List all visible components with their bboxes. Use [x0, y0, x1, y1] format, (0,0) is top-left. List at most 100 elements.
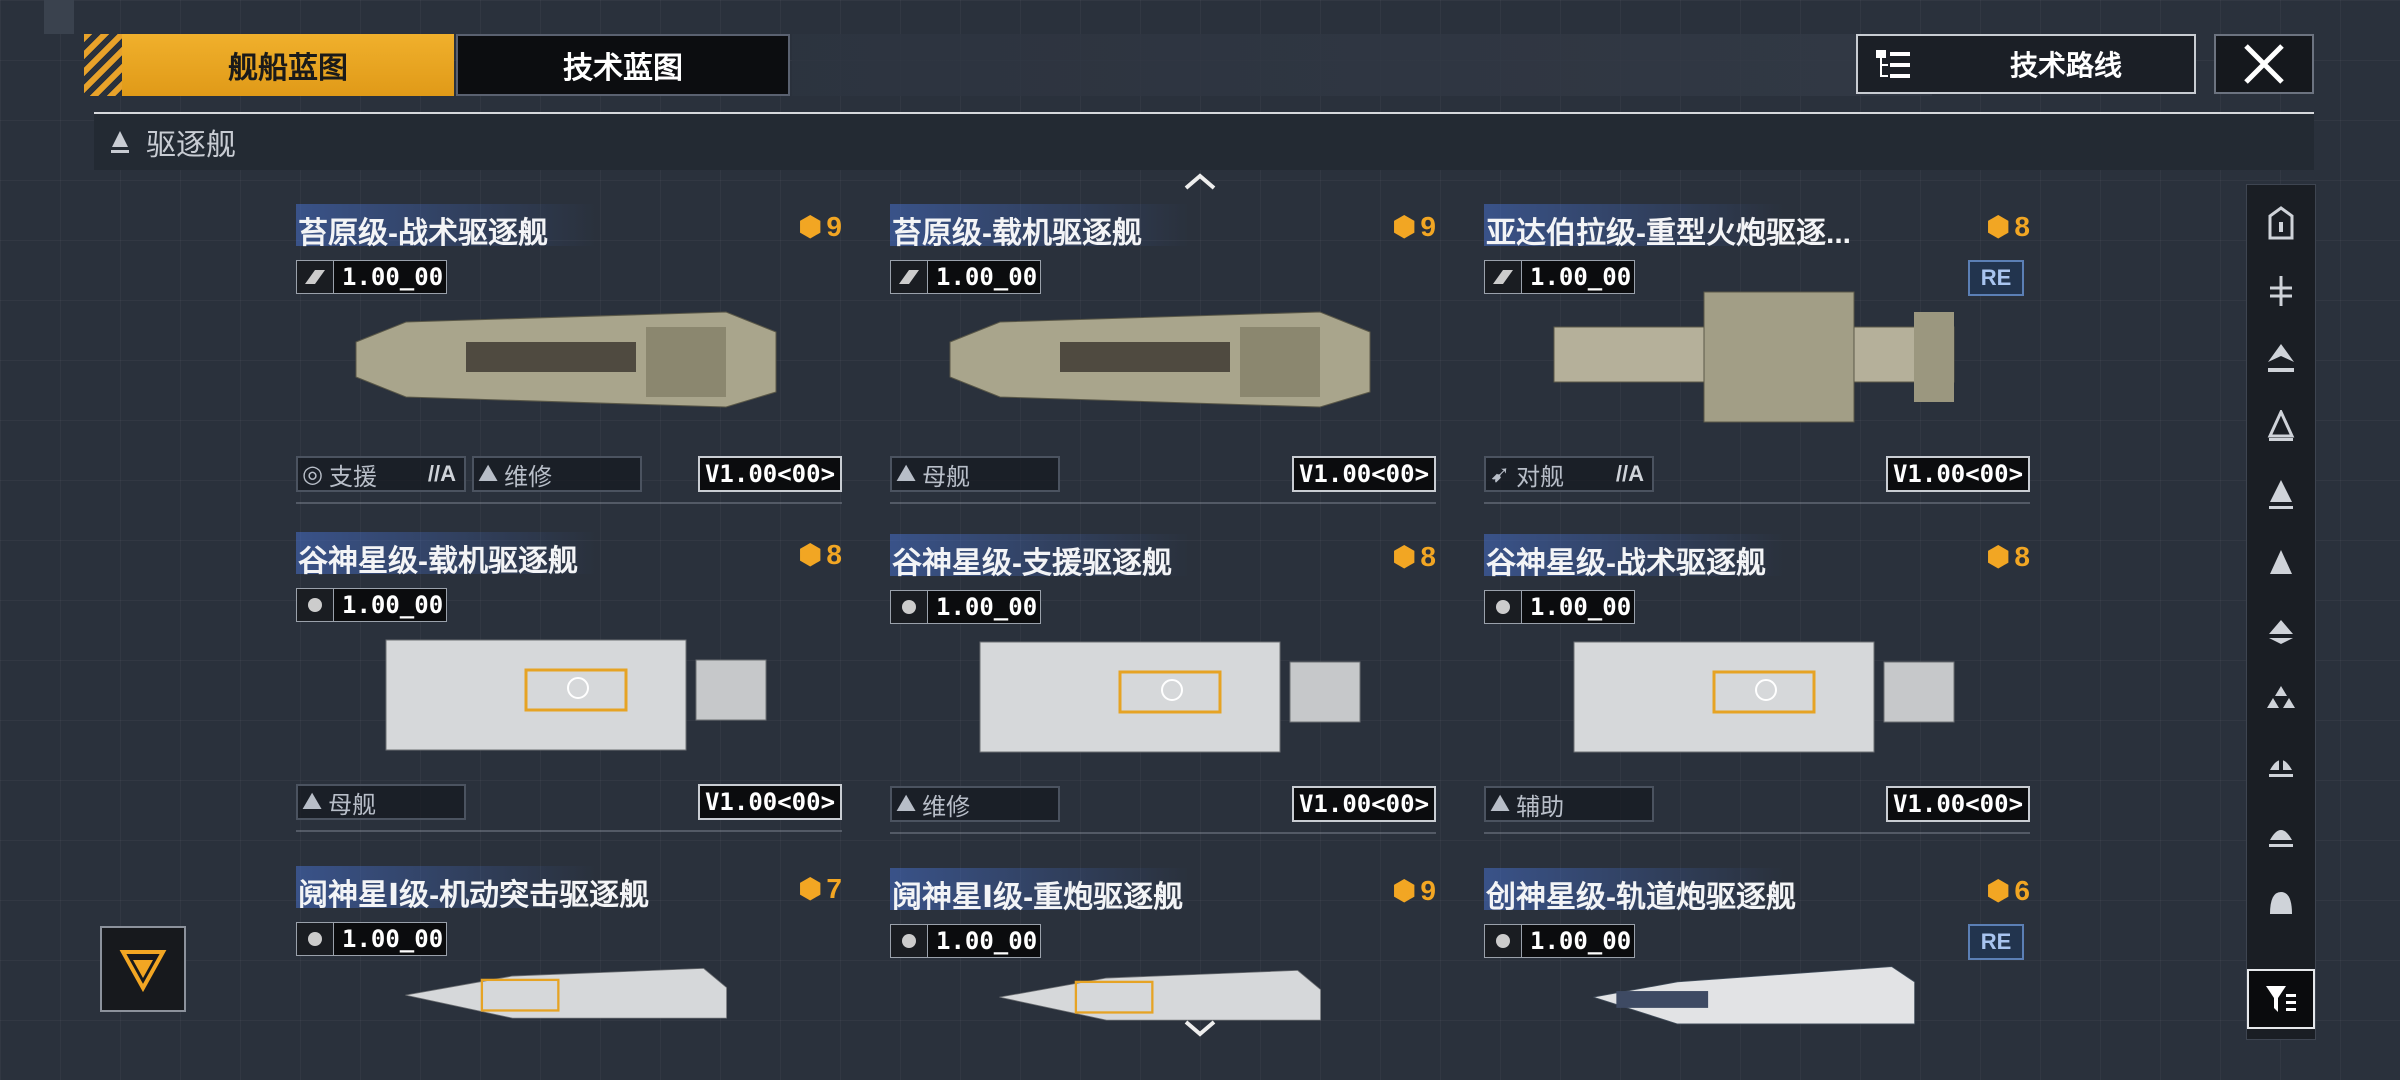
tier-badge: ⬢ 8 [1986, 540, 2030, 573]
role-tags: ⛰ 维修 [890, 786, 1060, 822]
re-badge: RE [1968, 924, 2024, 960]
role-tag: ⛰ 辅助 [1484, 786, 1654, 822]
card-baseline [890, 832, 1436, 834]
tier-badge: ⬢ 8 [1392, 540, 1436, 573]
manufacturer-icon [1484, 924, 1522, 958]
ship-card[interactable]: 苔原级-战术驱逐舰 ⬢ 9 1.00_00 ◎ 支援//A ⛰ 维修 V1.00<00… [296, 204, 842, 504]
auxiliary-icon: ⛰ [1490, 790, 1511, 817]
tree-list-icon [1876, 50, 1910, 78]
ship-card[interactable]: 阋神星Ⅰ级-机动突击驱逐舰 ⬢ 7 1.00_00 [296, 866, 842, 1080]
scroll-down-icon[interactable] [1182, 1018, 1218, 1044]
ship-image [405, 968, 727, 1019]
role-tags: ⛰ 辅助 [1484, 786, 1654, 822]
ship-name: 苔原级-载机驱逐舰 [892, 217, 1142, 250]
ship-image [1593, 966, 1915, 1025]
manufacturer-icon [296, 922, 334, 956]
tier-value: 8 [826, 538, 842, 570]
category-title: 驱逐舰 [146, 129, 236, 162]
ship-name: 创神星级-轨道炮驱逐舰 [1486, 881, 1796, 914]
carrier-icon: ⛰ [896, 460, 917, 487]
manufacturer-icon [890, 924, 928, 958]
ship-image [979, 641, 1361, 753]
close-button[interactable] [2214, 34, 2314, 94]
ship-image [1573, 641, 1955, 753]
tier-badge: ⬢ 9 [1392, 874, 1436, 907]
tier-icon: ⬢ [1985, 541, 2011, 572]
manufacturer-icon [1484, 260, 1522, 294]
filter-icon [2266, 986, 2296, 1012]
tier-value: 8 [2014, 210, 2030, 242]
ship-card[interactable]: 创神星级-轨道炮驱逐舰 ⬢ 6 RE 1.00_00 [1484, 868, 2030, 1080]
manufacturer-icon [296, 260, 334, 294]
role-label: 维修 [504, 463, 553, 491]
role-label: 辅助 [1516, 793, 1565, 821]
ship-image [355, 311, 777, 408]
role-tag: ⛰ 维修 [890, 786, 1060, 822]
accent-stripe [84, 34, 122, 96]
tier-badge: ⬢ 8 [798, 538, 842, 571]
tier-badge: ⬢ 7 [798, 872, 842, 905]
close-icon [2244, 44, 2284, 84]
filter-fleet-icon[interactable] [2247, 669, 2315, 729]
filter-battlecruiser-icon[interactable] [2247, 465, 2315, 525]
ship-card[interactable]: 谷神星级-载机驱逐舰 ⬢ 8 1.00_00 ⛰ 母舰 V1.00<00> [296, 532, 842, 832]
tab-tech-blueprint[interactable]: 技术蓝图 [456, 34, 790, 96]
role-rank: //A [427, 461, 456, 486]
filter-bell-icon[interactable] [2247, 873, 2315, 933]
manufacturer-icon [296, 588, 334, 622]
filter-dome-icon[interactable] [2247, 805, 2315, 865]
tier-icon: ⬢ [797, 211, 823, 242]
ship-image [385, 639, 767, 751]
tab-ship-blueprint[interactable]: 舰船蓝图 [122, 34, 454, 96]
ship-card[interactable]: 谷神星级-战术驱逐舰 ⬢ 8 1.00_00 ⛰ 辅助 V1.00<00> [1484, 534, 2030, 834]
top-bar: 舰船蓝图 技术蓝图 技术路线 [84, 34, 2314, 96]
filter-cruiser-icon[interactable] [2247, 397, 2315, 457]
tier-value: 8 [2014, 540, 2030, 572]
manufacturer-icon [890, 260, 928, 294]
filter-button[interactable] [2247, 969, 2315, 1029]
tier-value: 9 [826, 210, 842, 242]
role-label: 维修 [922, 793, 971, 821]
ship-card[interactable]: 苔原级-载机驱逐舰 ⬢ 9 1.00_00 ⛰ 母舰 V1.00<00> [890, 204, 1436, 504]
tech-route-label: 技术路线 [2009, 50, 2122, 81]
tab-bar-fill [792, 34, 1932, 96]
filter-carrier-icon[interactable] [2247, 193, 2315, 253]
card-baseline [1484, 832, 2030, 834]
version-label: V1.00<00> [698, 784, 842, 820]
carrier-icon: ⛰ [302, 788, 323, 815]
version-label: V1.00<00> [1292, 456, 1436, 492]
role-tag: ⛰ 维修 [472, 456, 642, 492]
tier-icon: ⬢ [1391, 211, 1417, 242]
tier-badge: ⬢ 6 [1986, 874, 2030, 907]
filter-destroyer-icon[interactable] [2247, 329, 2315, 389]
filter-support-icon[interactable] [2247, 601, 2315, 661]
role-tag: ⛰ 母舰 [890, 456, 1060, 492]
tier-icon: ⬢ [797, 873, 823, 904]
filter-station-icon[interactable] [2247, 737, 2315, 797]
filter-frigate-icon[interactable] [2247, 261, 2315, 321]
filter-capital-icon[interactable] [2247, 533, 2315, 593]
repair-icon: ⛰ [896, 790, 917, 817]
destroyer-icon [111, 131, 129, 153]
tier-value: 9 [1420, 210, 1436, 242]
ship-card[interactable]: 阋神星Ⅰ级-重炮驱逐舰 ⬢ 9 1.00_00 [890, 868, 1436, 1080]
version-label: V1.00<00> [1886, 786, 2030, 822]
triangle-emblem-icon [119, 950, 167, 993]
tier-badge: ⬢ 8 [1986, 210, 2030, 243]
manufacturer-icon [890, 590, 928, 624]
role-label: 支援 [328, 463, 377, 491]
card-baseline [296, 502, 842, 504]
role-tags: ◎ 支援 //A ⛰ 维修 [296, 456, 642, 492]
manufacturer-icon [1484, 590, 1522, 624]
faction-emblem-button[interactable] [100, 926, 186, 1012]
scroll-up-icon[interactable] [1182, 172, 1218, 198]
ship-image [999, 970, 1321, 1021]
tier-value: 9 [1420, 874, 1436, 906]
ship-card[interactable]: 谷神星级-支援驱逐舰 ⬢ 8 1.00_00 ⛰ 维修 V1.00<00> [890, 534, 1436, 834]
corner-marker [44, 0, 74, 34]
tech-route-button[interactable]: 技术路线 [1856, 34, 2196, 94]
version-label: V1.00<00> [1292, 786, 1436, 822]
ship-card[interactable]: 亚达伯拉级-重型火炮驱逐... ⬢ 8 RE 1.00_00 ➹ 对舰//A V1.… [1484, 204, 2030, 504]
re-badge: RE [1968, 260, 2024, 296]
card-baseline [296, 830, 842, 832]
